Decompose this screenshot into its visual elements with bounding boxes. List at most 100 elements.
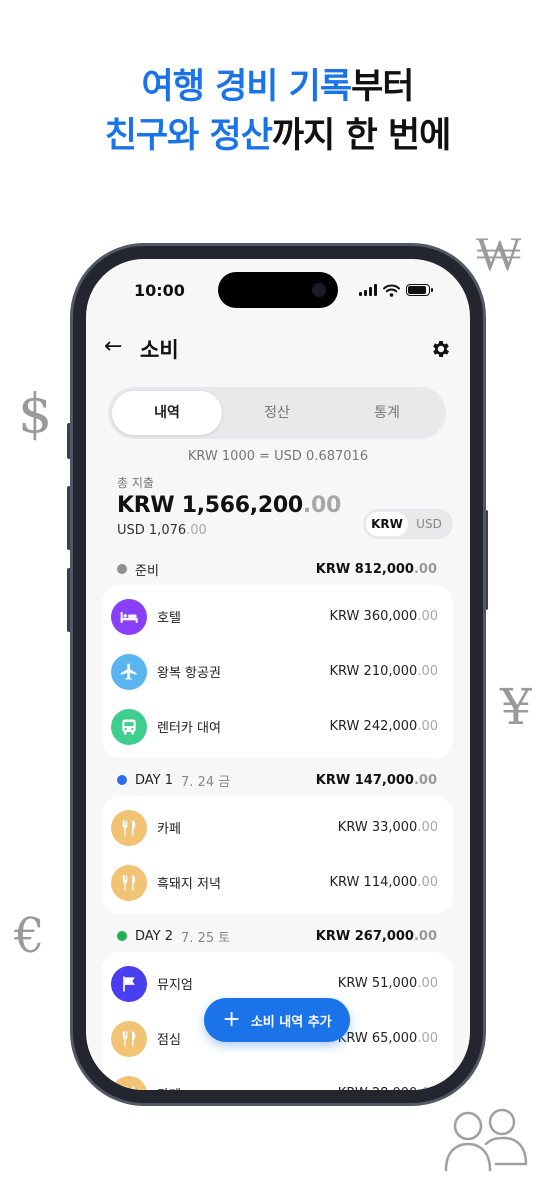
expense-card: 카페 KRW 33,000.00 흑돼지 저녁 KRW 114,000.00 xyxy=(102,796,453,914)
headline-highlight: 친구와 정산 xyxy=(104,116,273,156)
airplane-icon xyxy=(111,653,147,690)
expense-name: 점심 xyxy=(157,1033,181,1048)
section-total-main: KRW 147,000 xyxy=(315,772,414,788)
section-total: KRW 267,000.00 xyxy=(316,929,437,944)
bed-icon xyxy=(111,598,147,635)
total-usd: USD 1,076.00 xyxy=(117,523,207,538)
expense-amount-main: KRW 114,000 xyxy=(329,875,418,890)
battery-icon xyxy=(406,284,433,296)
euro-doodle-icon: € xyxy=(14,908,45,964)
section-name: DAY 2 xyxy=(135,928,174,944)
expense-amount-main: KRW 65,000 xyxy=(337,1031,418,1046)
headline-text: 부터 xyxy=(351,67,414,107)
expense-amount-decimal: .00 xyxy=(417,719,438,734)
nav-bar: ← 소비 xyxy=(86,334,470,364)
expense-row[interactable]: 호텔 KRW 360,000.00 xyxy=(102,589,453,644)
utensils-icon xyxy=(111,1075,147,1090)
bus-icon xyxy=(111,708,147,745)
total-amount-decimal: .00 xyxy=(302,493,341,518)
section-header: DAY 2 7. 25 토 KRW 267,000.00 xyxy=(117,926,437,946)
utensils-icon xyxy=(111,1020,147,1057)
section-date: 7. 24 금 xyxy=(181,774,231,790)
won-doodle-icon: ₩ xyxy=(476,226,522,282)
expense-card: 호텔 KRW 360,000.00 왕복 항공권 KRW 210,000.00 렌터카 … xyxy=(102,585,453,758)
section-total-decimal: .00 xyxy=(413,561,437,577)
currency-toggle: KRW USD xyxy=(363,509,453,539)
camera-icon xyxy=(312,283,326,297)
utensils-icon xyxy=(111,809,147,846)
expense-amount-decimal: .00 xyxy=(417,1086,438,1090)
phone-screen: 10:00 ← 소비 내역 정산 통계 KRW 1000 = USD 0.68701… xyxy=(86,259,470,1090)
expense-name: 카페 xyxy=(157,822,181,837)
expense-amount: KRW 242,000.00 xyxy=(330,719,438,734)
expense-row[interactable]: 왕복 항공권 KRW 210,000.00 xyxy=(102,644,453,699)
section-dot-icon xyxy=(117,775,127,785)
total-label: 총 지출 xyxy=(117,476,154,490)
expense-name: 왕복 항공권 xyxy=(157,666,221,681)
expense-amount-decimal: .00 xyxy=(417,820,438,835)
expense-name: 렌터카 대여 xyxy=(157,721,221,736)
section-total-decimal: .00 xyxy=(413,772,437,788)
section-dot-icon xyxy=(117,931,127,941)
section-total-main: KRW 267,000 xyxy=(315,928,414,944)
currency-option-krw[interactable]: KRW xyxy=(366,512,408,536)
expense-amount: KRW 65,000.00 xyxy=(338,1031,438,1046)
expense-amount-main: KRW 360,000 xyxy=(329,609,418,624)
expense-amount: KRW 360,000.00 xyxy=(330,609,438,624)
expense-amount: KRW 114,000.00 xyxy=(330,875,438,890)
status-icons xyxy=(359,283,433,297)
expense-name: 호텔 xyxy=(157,611,181,626)
expense-amount-main: KRW 210,000 xyxy=(329,664,418,679)
tab-bar: 내역 정산 통계 xyxy=(108,387,446,439)
dynamic-island xyxy=(218,272,338,308)
add-expense-button[interactable]: + 소비 내역 추가 xyxy=(204,998,350,1042)
expense-row[interactable]: 흑돼지 저녁 KRW 114,000.00 xyxy=(102,855,453,910)
section-dot-icon xyxy=(117,564,127,574)
expense-amount-main: KRW 33,000 xyxy=(337,820,418,835)
section-header: DAY 1 7. 24 금 KRW 147,000.00 xyxy=(117,770,437,790)
expense-amount-decimal: .00 xyxy=(417,1031,438,1046)
headline-text: 까지 한 번에 xyxy=(271,116,451,156)
total-usd-decimal: .00 xyxy=(186,523,207,538)
exchange-rate: KRW 1000 = USD 0.687016 xyxy=(187,449,369,464)
headline-line-2: 친구와 정산까지 한 번에 xyxy=(0,107,555,158)
people-doodle-icon xyxy=(444,1108,528,1172)
gear-icon[interactable] xyxy=(430,338,452,360)
section-name: DAY 1 xyxy=(135,772,174,788)
section-name: 준비 xyxy=(135,563,159,579)
expense-amount: KRW 51,000.00 xyxy=(338,976,438,991)
expense-amount: KRW 28,000.00 xyxy=(338,1086,438,1090)
headline-highlight: 여행 경비 기록 xyxy=(141,67,353,107)
expense-amount-decimal: .00 xyxy=(417,609,438,624)
expense-row[interactable]: 카페 KRW 33,000.00 xyxy=(102,800,453,855)
total-amount: KRW 1,566,200.00 xyxy=(117,493,341,518)
status-time: 10:00 xyxy=(134,281,185,300)
expense-name: 뮤지엄 xyxy=(157,978,193,993)
total-amount-main: KRW 1,566,200 xyxy=(117,493,303,518)
section-date: 7. 25 토 xyxy=(181,930,231,946)
flag-icon xyxy=(111,965,147,1002)
section-total: KRW 812,000.00 xyxy=(316,562,437,577)
yen-doodle-icon: ¥ xyxy=(500,678,532,736)
plus-icon: + xyxy=(222,1007,241,1032)
tab-settlement[interactable]: 정산 xyxy=(222,391,332,435)
total-usd-main: USD 1,076 xyxy=(117,523,187,538)
expense-row[interactable]: 카페 KRW 28,000.00 xyxy=(102,1066,453,1090)
tab-stats[interactable]: 통계 xyxy=(332,391,442,435)
expense-amount-main: KRW 242,000 xyxy=(329,719,418,734)
currency-option-usd[interactable]: USD xyxy=(408,512,450,536)
expense-name: 카페 xyxy=(157,1084,181,1090)
expense-row[interactable]: 렌터카 대여 KRW 242,000.00 xyxy=(102,699,453,754)
tab-history[interactable]: 내역 xyxy=(112,391,222,435)
dollar-doodle-icon: $ xyxy=(18,382,53,445)
expense-name: 흑돼지 저녁 xyxy=(157,877,221,892)
section-total-decimal: .00 xyxy=(413,928,437,944)
page-title: 소비 xyxy=(140,338,179,362)
expense-amount-main: KRW 28,000 xyxy=(338,1086,418,1090)
wifi-icon xyxy=(383,284,400,297)
expense-amount: KRW 210,000.00 xyxy=(330,664,438,679)
signal-icon xyxy=(359,284,377,296)
section-header: 준비 KRW 812,000.00 xyxy=(117,559,437,579)
expense-amount-main: KRW 51,000 xyxy=(337,976,418,991)
back-arrow-icon[interactable]: ← xyxy=(104,334,122,359)
